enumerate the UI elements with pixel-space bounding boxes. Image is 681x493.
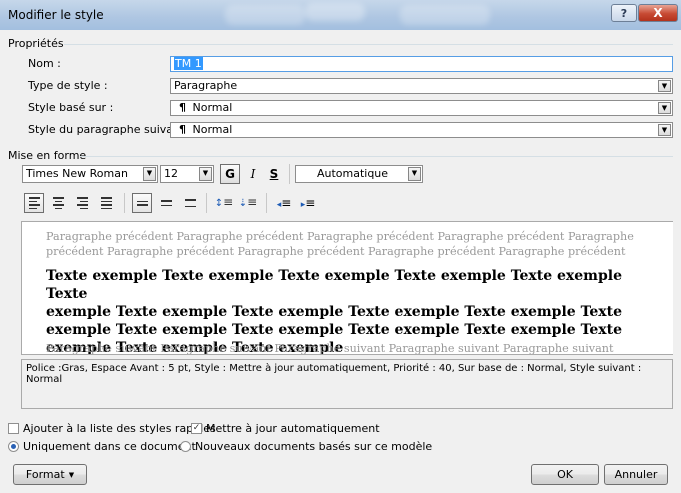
bold-button[interactable]: G <box>220 164 240 184</box>
formatting-section-label: Mise en forme <box>8 149 87 162</box>
close-button[interactable]: X <box>638 4 678 22</box>
checkmark-icon: ✓ <box>192 423 201 433</box>
name-label: Nom : <box>28 57 61 70</box>
next-style-value: Normal <box>192 123 233 136</box>
new-documents-radio[interactable] <box>180 441 191 452</box>
based-on-value: Normal <box>192 101 233 114</box>
help-icon: ? <box>620 6 628 20</box>
add-quick-styles-checkbox[interactable] <box>8 423 19 434</box>
auto-update-label: Mettre à jour automatiquement <box>206 422 380 435</box>
indent-increase-icon: ▸≡ <box>300 196 316 210</box>
justify-button[interactable] <box>96 193 116 213</box>
double-spacing-button[interactable] <box>180 193 200 213</box>
only-this-document-label: Uniquement dans ce document <box>23 440 196 453</box>
space-before-decrease-button[interactable]: ⇣≡ <box>238 193 258 213</box>
align-right-icon <box>76 197 88 209</box>
sample-text-line: exemple Texte exemple Texte exemple Text… <box>46 304 623 320</box>
only-this-document-radio[interactable] <box>8 441 19 452</box>
dropdown-arrow-icon[interactable]: ▼ <box>658 102 671 114</box>
style-description: Police :Gras, Espace Avant : 5 pt, Style… <box>21 359 673 409</box>
style-preview: Paragraphe précédent Paragraphe précéden… <box>21 221 673 355</box>
font-color-select[interactable]: Automatique ▼ <box>295 165 423 183</box>
title-bar-reflection <box>305 3 365 21</box>
italic-button[interactable]: I <box>244 164 262 184</box>
space-before-increase-button[interactable]: ↕≡ <box>214 193 234 213</box>
sample-text-line: Texte exemple Texte exemple Texte exempl… <box>46 268 623 302</box>
title-bar-reflection <box>400 5 490 25</box>
align-center-icon <box>52 197 64 209</box>
style-type-value: Paragraphe <box>174 79 238 92</box>
font-size-select[interactable]: 12 ▼ <box>160 165 214 183</box>
italic-icon: I <box>250 167 256 181</box>
title-bar-reflection <box>225 5 305 25</box>
cancel-button-label: Annuler <box>614 468 658 481</box>
formatting-divider <box>80 156 673 157</box>
dialog-body: Propriétés Nom : TM 1 Type de style : Pa… <box>8 30 673 486</box>
dropdown-arrow-icon[interactable]: ▼ <box>658 124 671 136</box>
preceding-paragraph-line: précédent Paragraphe précédent Paragraph… <box>46 245 626 258</box>
indent-decrease-icon: ◂≡ <box>276 196 292 210</box>
following-paragraph-line: Paragraphe suivant Paragraphe suivant Pa… <box>46 342 614 355</box>
dropdown-arrow-icon[interactable]: ▼ <box>143 167 156 181</box>
font-color-value: Automatique <box>316 167 389 180</box>
bold-icon: G <box>225 167 235 181</box>
dropdown-arrow-icon[interactable]: ▼ <box>408 167 421 181</box>
format-button-label: Format <box>25 468 65 481</box>
align-center-button[interactable] <box>48 193 68 213</box>
toolbar-divider <box>206 193 207 213</box>
title-bar: Modifier le style ? X <box>0 0 681 30</box>
dialog-window: Modifier le style ? X Propriétés Nom : T… <box>0 0 681 493</box>
one-half-spacing-icon <box>160 200 172 206</box>
preceding-paragraph-line: Paragraphe précédent Paragraphe précéden… <box>46 230 634 243</box>
close-icon: X <box>653 6 663 20</box>
based-on-label: Style basé sur : <box>28 101 114 114</box>
toolbar-divider <box>124 193 125 213</box>
paragraph-mark-icon: ¶ <box>179 123 186 136</box>
properties-divider <box>64 44 673 45</box>
font-select[interactable]: Times New Roman ▼ <box>22 165 158 183</box>
toolbar-divider <box>289 164 290 184</box>
help-button[interactable]: ? <box>611 4 637 22</box>
dropdown-arrow-icon[interactable]: ▼ <box>658 80 671 92</box>
name-input-value: TM 1 <box>174 57 203 70</box>
single-spacing-button[interactable] <box>132 193 152 213</box>
ok-button-label: OK <box>557 468 573 481</box>
single-spacing-icon <box>136 200 148 206</box>
underline-icon: S <box>269 167 279 181</box>
based-on-select[interactable]: ¶ Normal ▼ <box>170 100 673 116</box>
next-style-select[interactable]: ¶ Normal ▼ <box>170 122 673 138</box>
indent-increase-button[interactable]: ▸≡ <box>298 193 318 213</box>
toolbar-divider <box>266 193 267 213</box>
paragraph-mark-icon: ¶ <box>179 101 186 114</box>
dropdown-arrow-icon[interactable]: ▼ <box>199 167 212 181</box>
add-quick-styles-label: Ajouter à la liste des styles rapides <box>23 422 216 435</box>
style-description-text: Police :Gras, Espace Avant : 5 pt, Style… <box>26 363 642 385</box>
align-left-icon <box>28 197 40 209</box>
space-before-decrease-icon: ⇣≡ <box>238 195 258 209</box>
align-right-button[interactable] <box>72 193 92 213</box>
next-style-label: Style du paragraphe suivant : <box>28 123 192 136</box>
align-left-button[interactable] <box>24 193 44 213</box>
indent-decrease-button[interactable]: ◂≡ <box>274 193 294 213</box>
space-before-increase-icon: ↕≡ <box>214 195 234 209</box>
font-value: Times New Roman <box>26 167 128 180</box>
auto-update-checkbox[interactable]: ✓ <box>191 423 202 434</box>
name-input[interactable]: TM 1 <box>170 56 673 72</box>
new-documents-label: Nouveaux documents basés sur ce modèle <box>195 440 433 453</box>
chevron-down-icon: ▼ <box>68 470 75 479</box>
window-title: Modifier le style <box>8 8 104 22</box>
style-type-label: Type de style : <box>28 79 108 92</box>
format-button[interactable]: Format ▼ <box>13 464 87 485</box>
double-spacing-icon <box>184 199 196 207</box>
justify-icon <box>100 197 112 209</box>
font-size-value: 12 <box>164 167 178 180</box>
style-type-select[interactable]: Paragraphe ▼ <box>170 78 673 94</box>
sample-text-line: exemple Texte exemple Texte exemple Text… <box>46 322 623 338</box>
ok-button[interactable]: OK <box>531 464 599 485</box>
cancel-button[interactable]: Annuler <box>604 464 668 485</box>
one-half-spacing-button[interactable] <box>156 193 176 213</box>
properties-section-label: Propriétés <box>8 37 64 50</box>
underline-button[interactable]: S <box>265 164 283 184</box>
